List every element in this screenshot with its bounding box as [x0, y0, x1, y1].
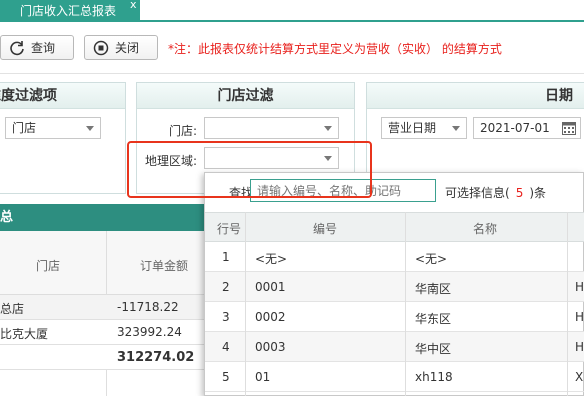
row-no: 4 — [222, 340, 230, 354]
row-extra: H — [575, 310, 584, 324]
calendar-icon[interactable] — [562, 121, 576, 141]
highlight-box — [127, 141, 372, 198]
date-type-value: 营业日期 — [388, 121, 437, 135]
chevron-down-icon — [86, 126, 94, 131]
row-store: 比克大厦 — [0, 327, 49, 341]
date-type-select[interactable]: 营业日期 — [381, 117, 467, 139]
row-amount: -11718.22 — [117, 300, 179, 314]
column-divider — [405, 212, 406, 396]
store-select[interactable] — [204, 117, 339, 139]
row-no: 5 — [222, 370, 230, 384]
store-label: 门店: — [169, 124, 198, 138]
tab-close-icon[interactable]: x — [130, 0, 137, 11]
summary-title: 总 — [0, 210, 14, 225]
row-no: 2 — [222, 280, 230, 294]
stop-icon — [93, 40, 109, 56]
info-suffix: )条 — [529, 186, 547, 200]
region-picker-popup: 查找: 可选择信息(5)条 行号 编号 名称 1 <无> <无> 2 0001 … — [204, 172, 584, 396]
row-name: xh118 — [415, 370, 453, 384]
column-header-no: 行号 — [217, 222, 242, 236]
chevron-down-icon — [452, 126, 460, 131]
row-code: 0001 — [255, 280, 286, 294]
row-extra: H — [575, 340, 584, 354]
summary-title-bar: 总 — [0, 204, 204, 231]
column-header-code: 编号 — [313, 222, 338, 236]
row-name: <无> — [415, 252, 448, 266]
row-extra: H — [575, 280, 584, 294]
date-value: 2021-07-01 — [480, 121, 550, 135]
total-amount: 312274.02 — [117, 350, 195, 365]
close-button[interactable]: 关闭 — [84, 35, 158, 60]
row-code: 01 — [255, 370, 271, 384]
table-row[interactable]: 1 <无> <无> — [205, 242, 584, 272]
dimension-filter-title: 维度过滤项 — [0, 83, 125, 109]
row-code: 0003 — [255, 340, 286, 354]
dimension-select-value: 门店 — [12, 121, 37, 135]
row-no: 1 — [222, 250, 230, 264]
column-divider — [245, 212, 246, 396]
table-row[interactable]: 总店 -11718.22 — [0, 295, 204, 320]
column-header-store: 门店 — [36, 259, 61, 273]
column-header-name: 名称 — [473, 222, 498, 236]
store-filter-title: 门店过滤 — [137, 83, 354, 109]
available-info: 可选择信息( 5 )条 — [445, 184, 546, 201]
row-extra: X — [575, 370, 584, 384]
row-no: 3 — [222, 310, 230, 324]
info-prefix: 可选择信息( — [445, 186, 510, 200]
grid-header: 行号 编号 名称 — [205, 212, 584, 242]
row-code: 0002 — [255, 310, 286, 324]
dimension-filter-panel: 维度过滤项 门店 — [0, 82, 126, 194]
column-divider — [567, 212, 568, 396]
row-store: 总店 — [0, 302, 25, 316]
table-row[interactable]: 5 01 xh118 X — [205, 362, 584, 392]
row-code: <无> — [255, 252, 288, 266]
query-label: 查询 — [31, 41, 56, 55]
table-row[interactable]: 4 0003 华中区 H — [205, 332, 584, 362]
total-row: 312274.02 — [0, 345, 204, 370]
row-amount: 323992.24 — [117, 325, 182, 339]
query-button[interactable]: 查询 — [0, 35, 74, 60]
column-header-amount: 订单金额 — [140, 259, 189, 273]
table-row[interactable]: 比克大厦 323992.24 — [0, 320, 204, 345]
close-label: 关闭 — [115, 41, 140, 55]
notice-text: *注：此报表仅统计结算方式里定义为营收（实收） 的结算方式 — [168, 42, 502, 56]
row-name: 华东区 — [415, 312, 452, 326]
refresh-icon — [9, 40, 25, 56]
row-name: 华南区 — [415, 282, 452, 296]
dimension-select[interactable]: 门店 — [5, 117, 101, 139]
tab-report[interactable]: 门店收入汇总报表 — [0, 0, 140, 22]
table-row[interactable]: 2 0001 华南区 H — [205, 272, 584, 302]
date-input[interactable]: 2021-07-01 — [473, 117, 581, 139]
date-filter-title: 日期 — [367, 83, 584, 109]
row-name: 华中区 — [415, 342, 452, 356]
table-row[interactable]: 3 0002 华东区 H — [205, 302, 584, 332]
chevron-down-icon — [324, 126, 332, 131]
info-count: 5 — [515, 186, 524, 200]
